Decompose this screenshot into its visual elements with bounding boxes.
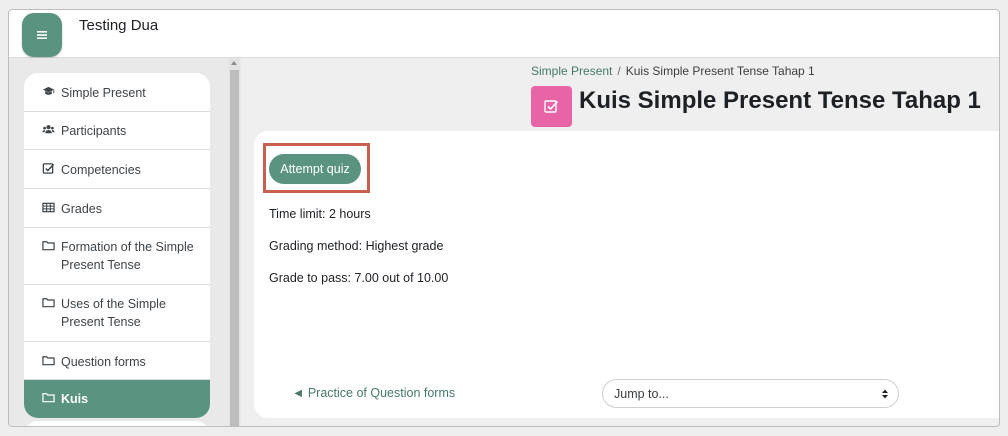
sidebar-item-competencies[interactable]: Competencies — [24, 150, 210, 189]
sidebar-item-simple-present[interactable]: Simple Present — [24, 73, 210, 112]
select-arrows-icon — [882, 389, 888, 399]
time-limit-text: Time limit: 2 hours — [269, 207, 371, 221]
course-drawer: Simple Present Participants Competencies… — [9, 58, 241, 426]
grading-method-text: Grading method: Highest grade — [269, 239, 444, 253]
sidebar-item-participants[interactable]: Participants — [24, 112, 210, 150]
breadcrumb-link-course[interactable]: Simple Present — [531, 64, 612, 78]
hamburger-icon — [37, 31, 47, 39]
users-icon — [41, 122, 56, 137]
table-icon — [41, 200, 56, 215]
page-title: Kuis Simple Present Tense Tahap 1 — [579, 87, 981, 114]
quiz-main-region: Attempt quiz Time limit: 2 hours Grading… — [254, 131, 999, 418]
drawer-toggle-button[interactable] — [22, 13, 62, 57]
jump-to-select[interactable]: Jump to... — [602, 379, 899, 408]
breadcrumb: Simple Present / Kuis Simple Present Tense… — [531, 64, 815, 78]
scrollbar-thumb[interactable] — [230, 70, 239, 426]
sidebar-item-label: Question forms — [61, 355, 146, 369]
folder-icon — [41, 295, 56, 310]
sidebar-item-label: Simple Present — [61, 86, 146, 100]
quiz-checkbox-icon — [531, 86, 572, 127]
sidebar-item-label: Formation of the Simple Present Tense — [61, 240, 194, 272]
grade-to-pass-text: Grade to pass: 7.00 out of 10.00 — [269, 271, 449, 285]
sidebar-item-grades[interactable]: Grades — [24, 189, 210, 228]
top-navbar: Testing Dua — [9, 10, 999, 58]
sidebar-item-formation[interactable]: Formation of the Simple Present Tense — [24, 228, 210, 285]
sidebar-next-block — [24, 421, 210, 426]
folder-icon — [41, 390, 56, 405]
sidebar-item-label: Kuis — [61, 392, 89, 406]
previous-activity-link[interactable]: ◄ Practice of Question forms — [292, 386, 455, 400]
sidebar-item-label: Competencies — [61, 163, 141, 177]
breadcrumb-separator: / — [617, 64, 621, 78]
site-title[interactable]: Testing Dua — [79, 17, 158, 34]
sidebar-item-uses[interactable]: Uses of the Simple Present Tense — [24, 285, 210, 342]
folder-icon — [41, 353, 56, 368]
sidebar-item-kuis[interactable]: Kuis — [24, 380, 210, 418]
drawer-scrollbar[interactable] — [229, 58, 240, 426]
folder-icon — [41, 238, 56, 253]
attempt-quiz-button[interactable]: Attempt quiz — [269, 154, 361, 184]
course-nav-list: Simple Present Participants Competencies… — [24, 73, 210, 418]
checkbox-icon — [41, 161, 56, 176]
sidebar-item-label: Grades — [61, 202, 102, 216]
breadcrumb-current: Kuis Simple Present Tense Tahap 1 — [625, 64, 815, 78]
jump-to-value: Jump to... — [614, 386, 669, 401]
graduation-cap-icon — [41, 84, 56, 99]
sidebar-item-question-forms[interactable]: Question forms — [24, 342, 210, 380]
sidebar-item-label: Uses of the Simple Present Tense — [61, 297, 166, 329]
sidebar-item-label: Participants — [61, 124, 127, 138]
browser-frame: Testing Dua Simple Present Participants — [8, 9, 1000, 427]
scroll-up-arrow-icon[interactable] — [231, 61, 237, 65]
